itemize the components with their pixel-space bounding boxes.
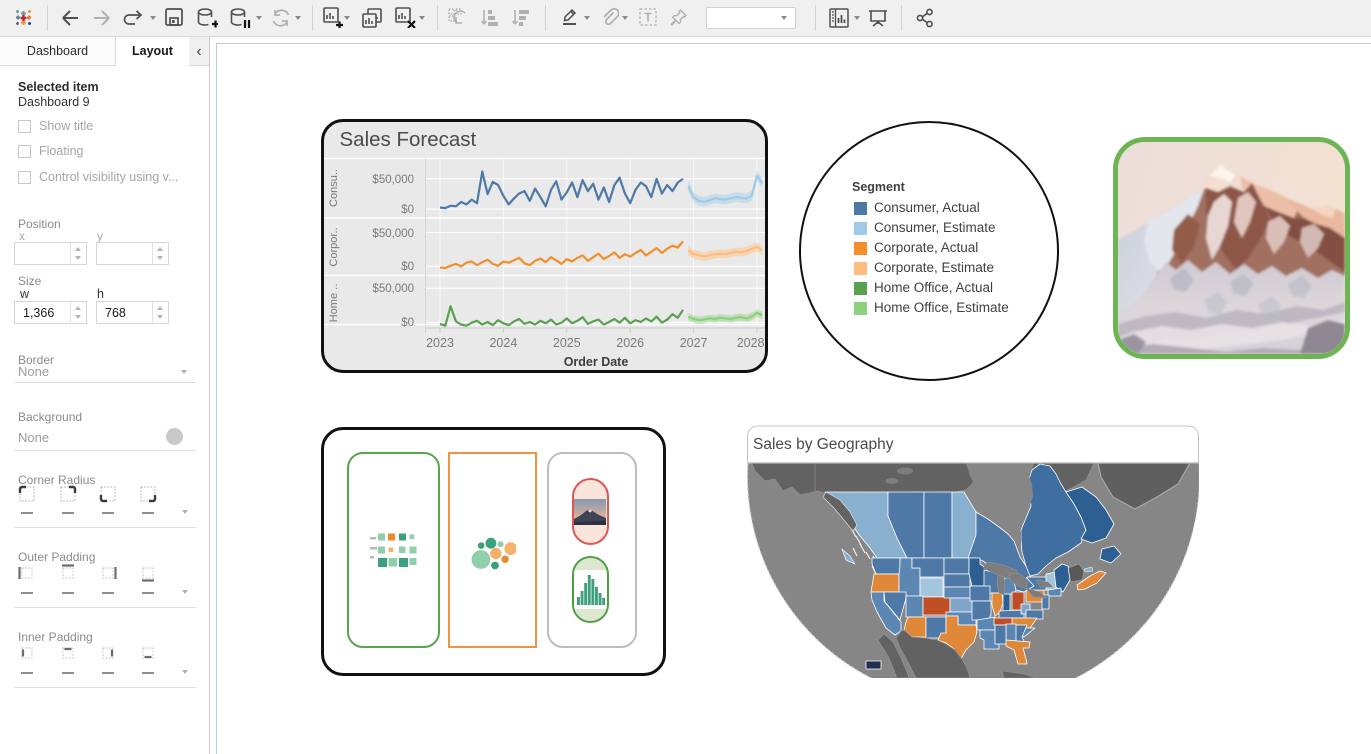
svg-text:2023: 2023 — [426, 336, 454, 350]
svg-text:2024: 2024 — [489, 336, 517, 350]
svg-text:$0: $0 — [401, 317, 414, 329]
svg-text:$50,000: $50,000 — [372, 228, 414, 240]
svg-text:Order Date: Order Date — [564, 355, 629, 369]
svg-text:2025: 2025 — [553, 336, 581, 350]
svg-text:Sales Forecast: Sales Forecast — [340, 128, 477, 151]
svg-text:$50,000: $50,000 — [372, 283, 414, 295]
svg-text:$50,000: $50,000 — [372, 174, 414, 186]
svg-text:Home ..: Home .. — [328, 284, 340, 323]
svg-text:Sales by Geography: Sales by Geography — [753, 436, 894, 453]
svg-text:Corpor..: Corpor.. — [328, 227, 340, 266]
svg-text:2028: 2028 — [737, 336, 765, 350]
svg-text:$0: $0 — [401, 261, 414, 273]
svg-text:Consu..: Consu.. — [328, 169, 340, 207]
svg-text:2026: 2026 — [616, 336, 644, 350]
svg-text:$0: $0 — [401, 204, 414, 216]
svg-text:2027: 2027 — [680, 336, 708, 350]
